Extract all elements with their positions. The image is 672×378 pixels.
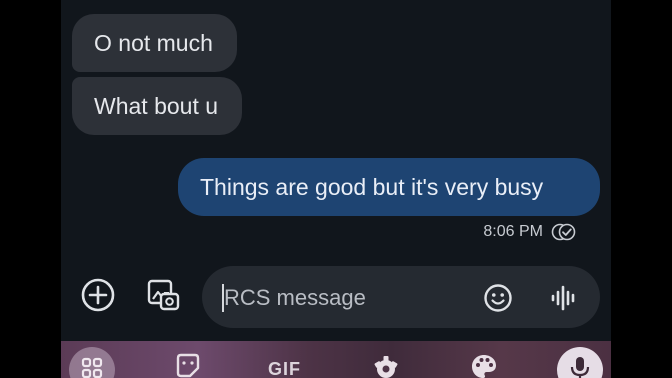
mic-icon xyxy=(568,355,592,378)
gif-button[interactable]: GIF xyxy=(268,359,301,378)
message-input[interactable] xyxy=(222,278,476,318)
message-text: What bout u xyxy=(94,92,219,119)
sticker-button[interactable] xyxy=(173,351,203,378)
keyboard-theme-button[interactable] xyxy=(469,351,499,378)
gallery-button[interactable] xyxy=(141,275,185,319)
settings-icon xyxy=(371,351,401,378)
incoming-message-bubble[interactable]: O not much xyxy=(72,14,237,72)
gif-label: GIF xyxy=(268,359,301,378)
keyboard-toolbar: GIF xyxy=(61,341,611,378)
message-timestamp: 8:06 PM xyxy=(483,223,543,240)
palette-icon xyxy=(469,351,499,378)
keyboard-apps-button[interactable] xyxy=(69,347,115,378)
voice-message-button[interactable] xyxy=(548,282,580,314)
message-text: O not much xyxy=(94,29,213,56)
gallery-icon xyxy=(145,277,181,318)
messages-screen: O not much What bout u Things are good b… xyxy=(61,0,611,378)
read-receipt-icon xyxy=(551,223,577,241)
add-attachment-button[interactable] xyxy=(76,275,120,319)
add-icon xyxy=(80,277,116,318)
sticker-icon xyxy=(173,351,203,378)
compose-bar xyxy=(61,264,611,330)
message-input-container xyxy=(202,266,600,328)
message-text: Things are good but it's very busy xyxy=(200,173,544,200)
apps-grid-icon xyxy=(80,356,104,378)
outgoing-message-bubble[interactable]: Things are good but it's very busy xyxy=(178,158,600,216)
text-cursor xyxy=(222,284,224,312)
keyboard-settings-button[interactable] xyxy=(371,351,401,378)
voice-icon xyxy=(548,285,580,318)
emoji-icon xyxy=(482,284,514,318)
emoji-button[interactable] xyxy=(482,282,514,314)
incoming-message-bubble[interactable]: What bout u xyxy=(72,77,243,135)
voice-typing-button[interactable] xyxy=(557,347,603,378)
message-status: 8:06 PM xyxy=(483,223,577,241)
